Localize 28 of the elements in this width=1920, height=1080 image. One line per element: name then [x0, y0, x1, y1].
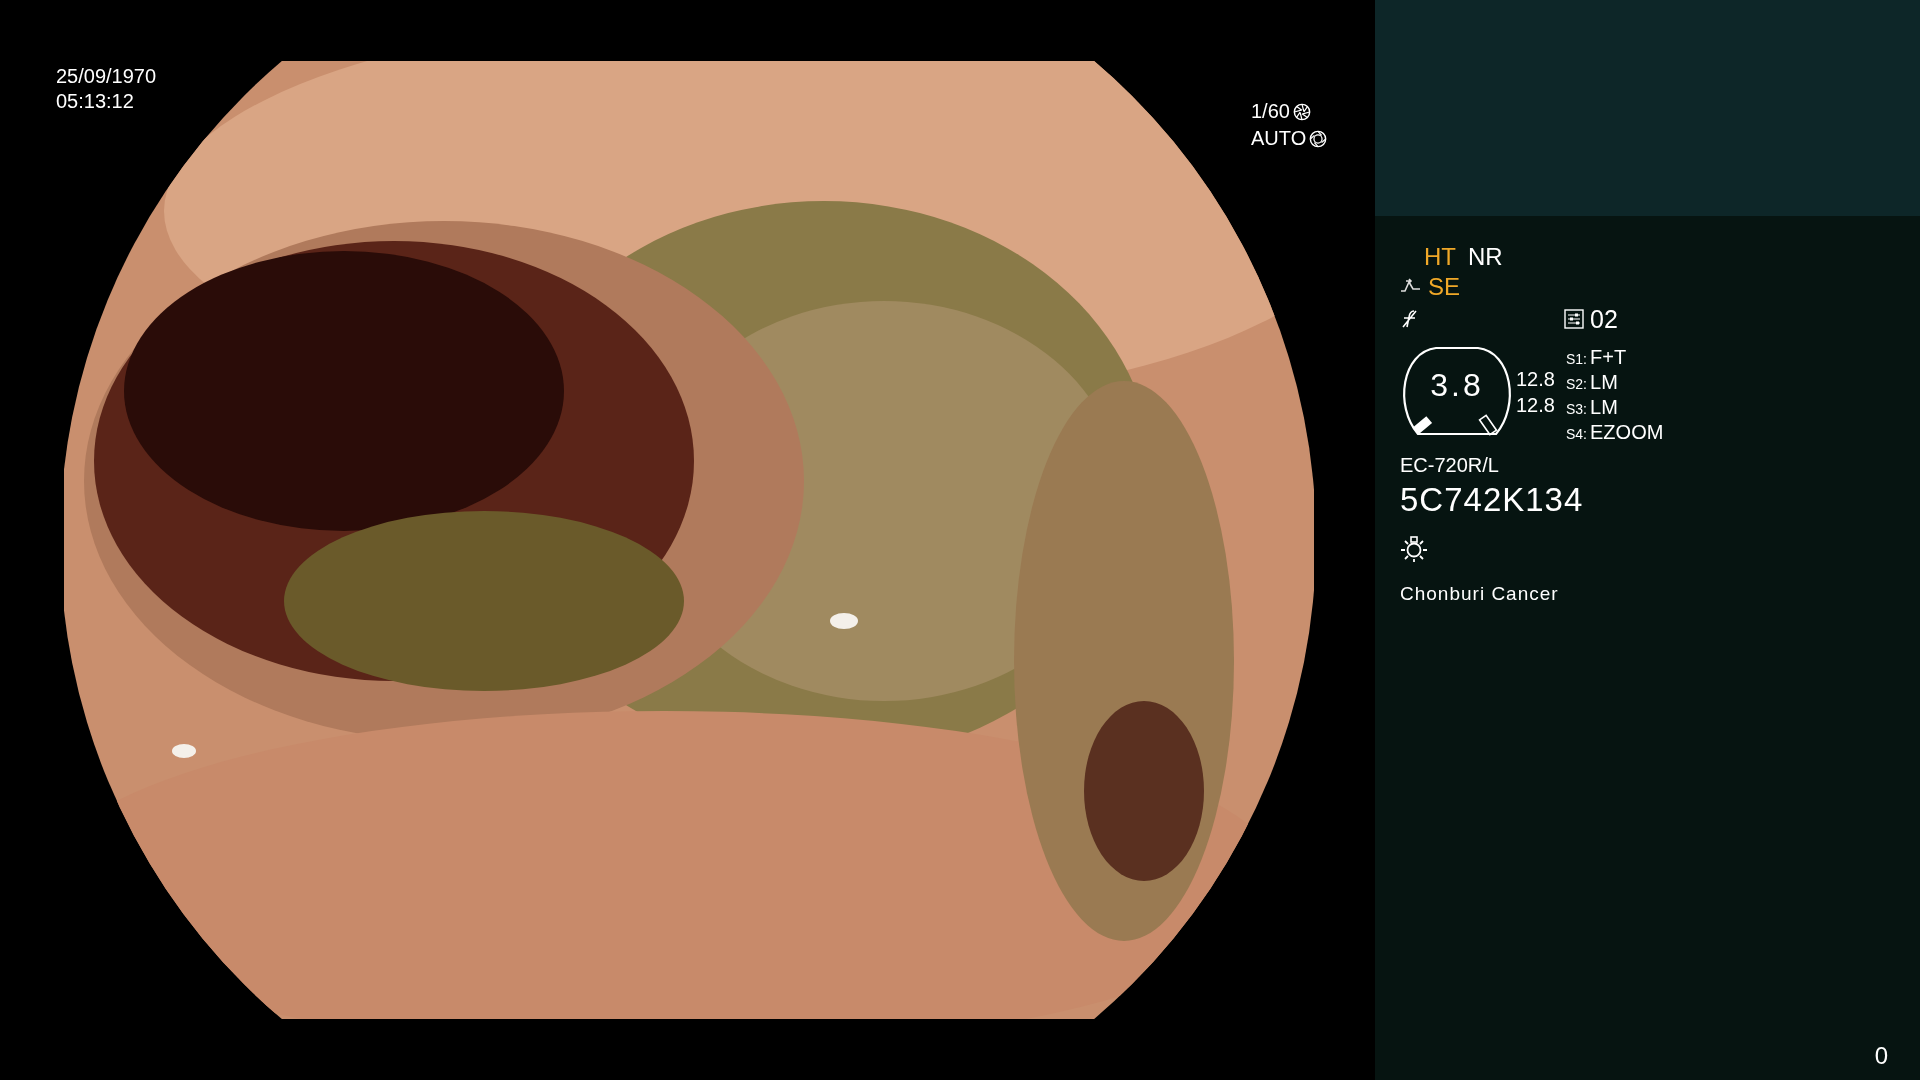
date-text: 25/09/1970: [56, 64, 157, 89]
institution-name: Chonburi Cancer: [1400, 583, 1560, 605]
reading-text: 12.8: [1516, 393, 1556, 418]
zoom-dial-icon: [1400, 346, 1514, 438]
switch-value: EZOOM: [1590, 421, 1664, 444]
sliders-icon: [1564, 309, 1584, 329]
switch-value: LM: [1590, 396, 1618, 419]
light-icon: [1400, 535, 1428, 563]
switch-value: F+T: [1590, 346, 1627, 369]
switch-key: S2:: [1566, 376, 1587, 392]
mode-label: NR: [1468, 243, 1503, 271]
iris-text: AUTO: [1251, 127, 1307, 150]
switch-key: S1:: [1566, 351, 1587, 367]
aperture-icon: [1309, 129, 1328, 148]
serial-number: 5C742K134: [1400, 481, 1585, 519]
preset-number: 02: [1590, 304, 1618, 334]
mode-label: HT: [1424, 243, 1456, 271]
switch-key: S3:: [1566, 401, 1587, 417]
shutter-icon: [1292, 102, 1311, 121]
reading-text: 12.8: [1516, 367, 1556, 392]
switch-value: LM: [1590, 371, 1618, 394]
zoom-value: 3.8: [1430, 366, 1484, 404]
mode-label: SE: [1428, 273, 1460, 301]
shutter-text: 1/60: [1251, 100, 1290, 123]
switch-key: S4:: [1566, 426, 1587, 442]
time-text: 05:13:12: [56, 89, 135, 114]
scope-model: EC-720R/L: [1400, 454, 1500, 477]
counter-text: 0: [1874, 1042, 1888, 1070]
